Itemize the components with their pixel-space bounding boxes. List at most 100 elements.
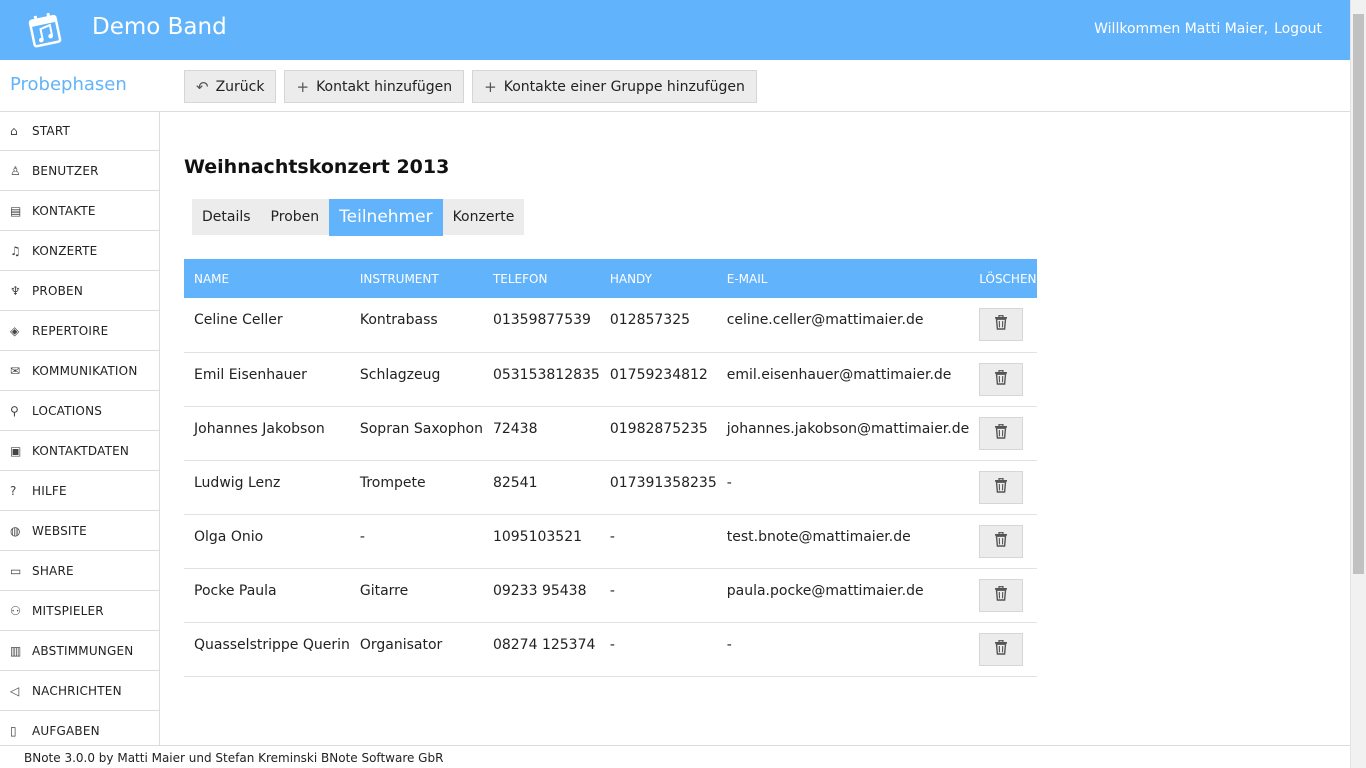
table-row[interactable]: Ludwig Lenz Trompete 82541 017391358235- (184, 460, 1037, 515)
table-row[interactable]: Emil Eisenhauer Schlagzeug 053153812835 017… (184, 352, 1037, 407)
sidebar-item-label: ABSTIMMUNGEN (32, 643, 134, 658)
mobile-cell: 012857325 (599, 298, 717, 353)
delete-button[interactable] (979, 578, 1024, 612)
sidebar-item-proben[interactable]: ♆ PROBEN (0, 271, 159, 311)
table-row[interactable]: Quasselstrippe Querin Organisator 08274 12… (184, 622, 1037, 677)
sidebar-item-locations[interactable]: ⚲ LOCATIONS (0, 391, 159, 431)
logout-link[interactable]: Logout (1274, 21, 1322, 37)
sidebar-item-label: KONZERTE (32, 243, 98, 258)
reply-arrow-icon: ↶ (196, 77, 209, 96)
column-header[interactable]: NAME (184, 259, 350, 298)
tab-proben[interactable]: Proben (260, 199, 330, 235)
phone-cell: 053153812835 (482, 352, 600, 407)
delete-button[interactable] (979, 524, 1024, 558)
email-cell: - (716, 460, 970, 515)
concert-icon: ♫ (10, 243, 21, 258)
sidebar-item-website[interactable]: ◍ WEBSITE (0, 511, 159, 551)
vertical-scrollbar[interactable] (1350, 0, 1366, 768)
sidebar-item-label: MITSPIELER (32, 603, 104, 618)
delete-button[interactable] (979, 308, 1024, 341)
delete-cell (969, 514, 1037, 569)
delete-button[interactable] (979, 632, 1024, 666)
name-cell: Celine Celler (184, 298, 350, 353)
sidebar-item-label: KOMMUNIKATION (32, 363, 138, 378)
sidebar-item-hilfe[interactable]: ? HILFE (0, 471, 159, 511)
repertoire-icon: ◈ (10, 323, 20, 338)
rehearsal-icon: ♆ (10, 283, 21, 298)
delete-cell (969, 352, 1037, 407)
module-title: Probephasen (10, 74, 127, 95)
table-row[interactable]: Celine Celler Kontrabass 01359877539 012857… (184, 298, 1037, 353)
welcome-area: Willkommen Matti Maier, Logout (1088, 21, 1322, 37)
add-group-contacts-button[interactable]: + Kontakte einer Gruppe hinzufügen (472, 70, 757, 103)
name-cell: Johannes Jakobson (184, 406, 350, 461)
tab-konzerte[interactable]: Konzerte (442, 199, 525, 235)
tab-teilnehmer[interactable]: Teilnehmer (329, 199, 443, 236)
tab-details[interactable]: Details (192, 199, 261, 235)
add-contact-button[interactable]: + Kontakt hinzufügen (284, 70, 465, 103)
scrollbar-thumb[interactable] (1353, 14, 1364, 574)
sidebar-item-mitspieler[interactable]: ⚇ MITSPIELER (0, 591, 159, 631)
delete-button[interactable] (979, 470, 1024, 504)
trash-icon (994, 585, 1008, 605)
email-cell: paula.pocke@mattimaier.de (716, 568, 970, 623)
plus-icon: + (296, 77, 310, 96)
name-cell: Quasselstrippe Querin (184, 622, 350, 677)
team-icon: ⚇ (10, 603, 21, 618)
trash-icon (994, 531, 1008, 551)
megaphone-icon: ◁ (10, 683, 20, 698)
delete-button[interactable] (979, 416, 1024, 450)
delete-button[interactable] (979, 362, 1024, 396)
sidebar-item-label: BENUTZER (32, 163, 99, 178)
column-header[interactable]: INSTRUMENT (350, 259, 483, 298)
calendar-note-logo-icon[interactable] (28, 11, 64, 49)
sidebar-item-kontakte[interactable]: ▤ KONTAKTE (0, 191, 159, 231)
sidebar-item-konzerte[interactable]: ♫ KONZERTE (0, 231, 159, 271)
delete-cell (969, 568, 1037, 623)
instrument-cell: Schlagzeug (349, 352, 483, 407)
delete-cell (969, 622, 1037, 677)
sidebar-item-aufgaben[interactable]: ▯ AUFGABEN (0, 711, 159, 745)
sidebar-item-label: SHARE (32, 563, 74, 578)
sidebar-item-kommunikation[interactable]: ✉ KOMMUNIKATION (0, 351, 159, 391)
share-icon: ▭ (10, 563, 22, 578)
mobile-cell: 01982875235 (599, 406, 717, 461)
sidebar-item-repertoire[interactable]: ◈ REPERTOIRE (0, 311, 159, 351)
delete-cell (969, 460, 1037, 515)
back-button[interactable]: ↶ Zurück (184, 70, 277, 103)
toolbar-divider (0, 111, 1350, 112)
delete-cell (969, 406, 1037, 461)
column-header[interactable]: TELEFON (483, 259, 600, 298)
welcome-text: Willkommen Matti Maier, (1094, 21, 1269, 37)
trash-icon (994, 639, 1008, 659)
phone-cell: 72438 (482, 406, 600, 461)
toolbar: ↶ Zurück + Kontakt hinzufügen + Kontakte… (184, 70, 757, 103)
sidebar-item-nachrichten[interactable]: ◁ NACHRICHTEN (0, 671, 159, 711)
table-row[interactable]: Pocke Paula Gitarre 09233 95438- paula.pock… (184, 568, 1037, 623)
mobile-cell: - (599, 622, 717, 677)
column-header[interactable]: E-MAIL (717, 259, 970, 298)
sidebar-item-label: START (32, 123, 71, 138)
app-title[interactable]: Demo Band (92, 14, 227, 40)
contact-card-icon: ▤ (10, 203, 22, 218)
instrument-cell: Trompete (349, 460, 483, 515)
sidebar-item-label: PROBEN (32, 283, 84, 298)
mobile-cell: 017391358235 (599, 460, 717, 515)
table-row[interactable]: Johannes Jakobson Sopran Saxophon 72438 019… (184, 406, 1037, 461)
sidebar-item-benutzer[interactable]: ♙ BENUTZER (0, 151, 159, 191)
trash-icon (994, 423, 1008, 443)
table-header-row: NAME INSTRUMENT TELEFON HANDY E-MAIL LÖS… (184, 259, 1037, 298)
instrument-cell: Gitarre (349, 568, 483, 623)
sidebar-item-share[interactable]: ▭ SHARE (0, 551, 159, 591)
globe-icon: ◍ (10, 523, 21, 538)
table-row[interactable]: Olga Onio -1095103521- test.bnote@mattimai… (184, 514, 1037, 569)
phone-cell: 08274 125374 (482, 622, 600, 677)
column-header[interactable]: HANDY (600, 259, 717, 298)
home-icon: ⌂ (10, 123, 18, 138)
sidebar-item-label: REPERTOIRE (32, 323, 109, 338)
sidebar-item-label: HILFE (32, 483, 67, 498)
sidebar-item-abstimmungen[interactable]: ▥ ABSTIMMUNGEN (0, 631, 159, 671)
sidebar-item-kontaktdaten[interactable]: ▣ KONTAKTDATEN (0, 431, 159, 471)
sidebar-item-start[interactable]: ⌂ START (0, 111, 159, 151)
instrument-cell: - (349, 514, 483, 569)
